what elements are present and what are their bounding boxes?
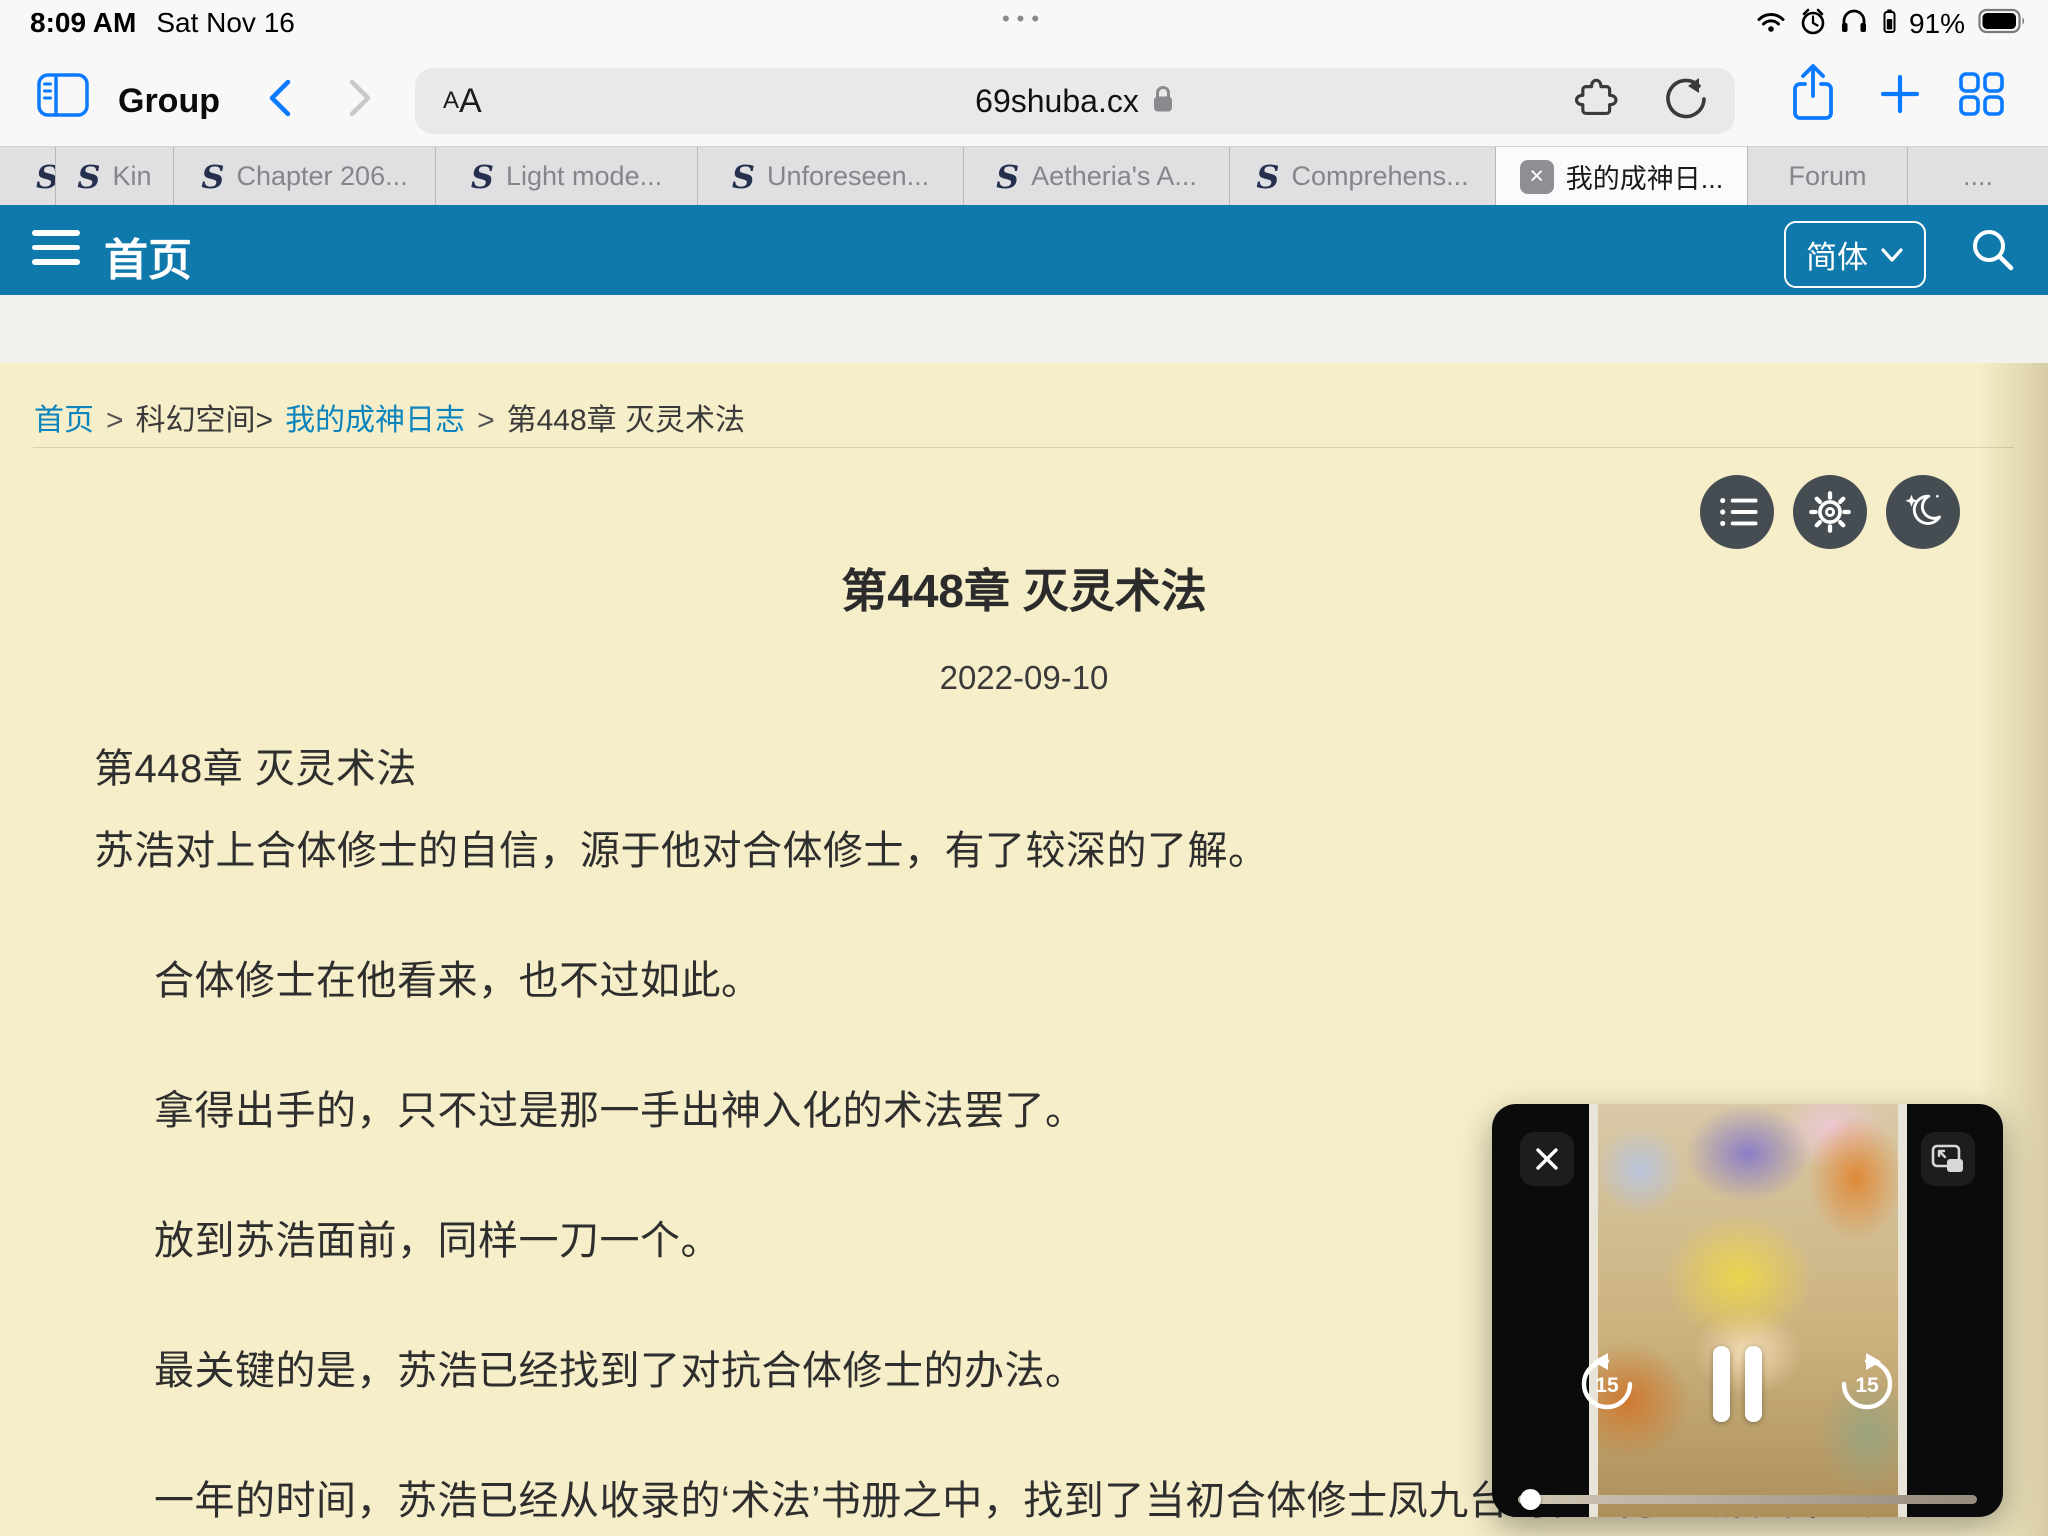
safari-window: 8:09 AM Sat Nov 16 ••• 91% (0, 0, 2048, 1536)
tab-comprehens[interactable]: S Comprehens... (1230, 147, 1496, 206)
settings-button[interactable] (1793, 475, 1867, 549)
site-favicon: S (732, 161, 755, 193)
address-bar[interactable]: AA 69shuba.cx (415, 68, 1735, 134)
tab-unforeseen[interactable]: S Unforeseen... (698, 147, 964, 206)
tab-kin[interactable]: S Kin (56, 147, 174, 206)
breadcrumb: 首页 > 科幻空间> 我的成神日志 > 第448章 灭灵术法 (34, 395, 745, 439)
headphones-icon (1840, 7, 1870, 40)
night-mode-button[interactable] (1886, 475, 1960, 549)
url-text: 69shuba.cx (975, 83, 1139, 120)
share-button[interactable] (1788, 62, 1838, 129)
forward-button[interactable] (346, 76, 376, 125)
alarm-icon (1799, 7, 1827, 40)
seek-knob[interactable] (1520, 1489, 1541, 1510)
lock-icon (1151, 84, 1175, 119)
sidebar-toggle-button[interactable] (36, 72, 90, 123)
reload-button[interactable] (1663, 76, 1709, 127)
status-bar: 8:09 AM Sat Nov 16 ••• 91% (0, 0, 2048, 44)
multitasking-dots-icon[interactable]: ••• (1002, 6, 1046, 32)
breadcrumb-chapter: 第448章 灭灵术法 (507, 395, 745, 439)
paragraph: 苏浩对上合体修士的自信，源于他对合体修士，有了较深的了解。 (94, 830, 2008, 872)
battery-percent: 91% (1909, 8, 1965, 40)
clock-time: 8:09 AM (30, 7, 136, 39)
skip-back-15-button[interactable]: 15 (1574, 1351, 1640, 1422)
svg-text:15: 15 (1595, 1374, 1619, 1397)
breadcrumb-category[interactable]: 科幻空间> (136, 395, 274, 439)
breadcrumb-book-link[interactable]: 我的成神日志 (285, 395, 465, 439)
tab-clipped-left[interactable]: S (0, 147, 56, 206)
tab-chapter-206[interactable]: S Chapter 206... (174, 147, 436, 206)
back-button[interactable] (264, 76, 294, 125)
gear-icon (1807, 489, 1853, 535)
pip-close-button[interactable] (1520, 1132, 1574, 1186)
tab-clipped-right[interactable]: .... (1908, 147, 2048, 206)
close-tab-icon[interactable]: × (1520, 160, 1554, 194)
close-icon (1533, 1145, 1561, 1173)
divider (33, 447, 2014, 448)
tab-bar: S S Kin S Chapter 206... S Light mode...… (0, 146, 2048, 206)
chapter-list-button[interactable] (1700, 475, 1774, 549)
pip-player[interactable]: 15 15 (1492, 1104, 2003, 1517)
extensions-puzzle-button[interactable] (1571, 74, 1621, 129)
clock-date: Sat Nov 16 (156, 7, 295, 39)
paragraph: 第448章 灭灵术法 (94, 748, 2008, 790)
site-favicon: S (201, 161, 224, 193)
breadcrumb-home-link[interactable]: 首页 (34, 395, 94, 439)
tab-forum[interactable]: Forum (1748, 147, 1908, 206)
tab-aetheria[interactable]: S Aetheria's A... (964, 147, 1230, 206)
search-icon[interactable] (1968, 225, 2018, 280)
menu-icon[interactable] (32, 230, 80, 265)
reader-toolbar (1700, 475, 1960, 549)
accessory-battery-icon (1883, 9, 1896, 38)
site-header: 首页 简体 (0, 205, 2048, 295)
chevron-down-icon (1880, 246, 1904, 264)
paragraph: 合体修士在他看来，也不过如此。 (94, 960, 2008, 1002)
wifi-icon (1756, 9, 1786, 38)
chapter-title: 第448章 灭灵术法 (0, 555, 2048, 621)
site-favicon: S (1256, 161, 1279, 193)
list-icon (1714, 492, 1760, 532)
new-tab-button[interactable] (1878, 72, 1922, 121)
language-toggle-button[interactable]: 简体 (1784, 221, 1926, 288)
pip-restore-button[interactable] (1921, 1132, 1975, 1186)
site-home-link[interactable]: 首页 (104, 224, 192, 288)
tab-overview-button[interactable] (1958, 72, 2006, 121)
tab-light-mode[interactable]: S Light mode... (436, 147, 698, 206)
pip-icon (1931, 1144, 1965, 1174)
seek-bar[interactable] (1518, 1495, 1977, 1504)
site-favicon: S (471, 161, 494, 193)
svg-text:15: 15 (1855, 1374, 1879, 1397)
battery-icon (1978, 8, 2026, 39)
moon-icon (1900, 489, 1946, 535)
pause-button[interactable] (1713, 1346, 1762, 1422)
tab-group-button[interactable]: Group (118, 82, 220, 121)
site-favicon: S (996, 161, 1019, 193)
subheader-band (0, 295, 2048, 363)
site-favicon: S (36, 161, 56, 193)
tab-active-novel[interactable]: × 我的成神日... (1496, 147, 1748, 206)
site-favicon: S (77, 161, 100, 193)
skip-forward-15-button[interactable]: 15 (1834, 1351, 1900, 1422)
browser-toolbar: Group AA 69shuba.cx (0, 44, 2048, 146)
video-artwork (1589, 1104, 1907, 1517)
chapter-date: 2022-09-10 (0, 659, 2048, 697)
